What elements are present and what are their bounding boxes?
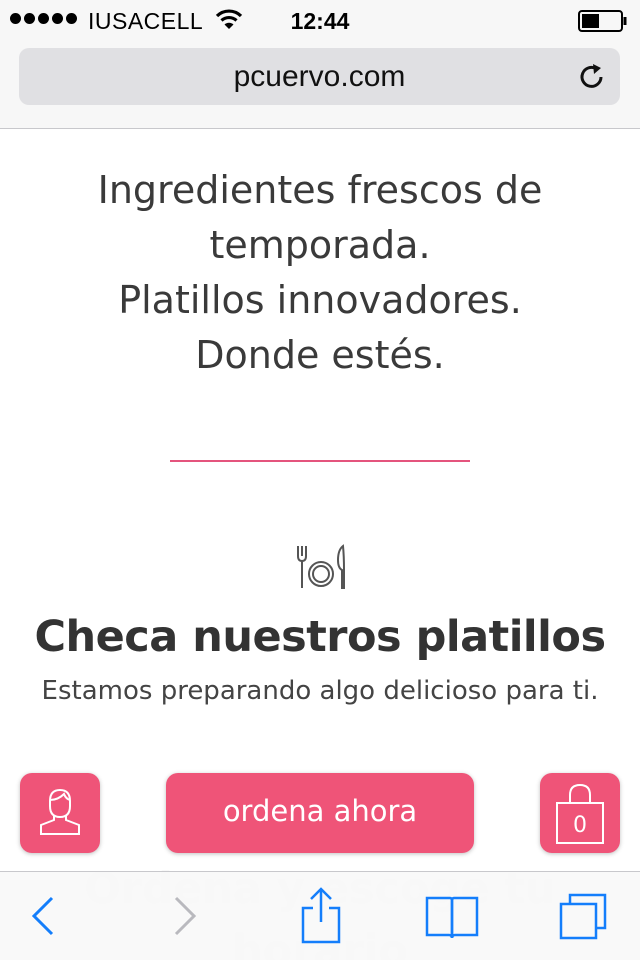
hero-line: Ingredientes frescos de — [97, 168, 543, 212]
reload-icon[interactable] — [577, 62, 607, 92]
section-subtitle: Estamos preparando algo delicioso para t… — [41, 676, 599, 706]
cart-button[interactable]: 0 — [540, 773, 620, 853]
status-bar: IUSACELL 12:44 — [0, 0, 640, 40]
status-time: 12:44 — [290, 8, 350, 34]
chevron-right-icon[interactable] — [170, 895, 200, 937]
chevron-left-icon[interactable] — [28, 895, 58, 937]
section-title: Checa nuestros platillos — [34, 612, 606, 662]
hero-line: temporada. — [209, 223, 431, 267]
tabs-icon[interactable] — [558, 892, 608, 940]
hero-line: Platillos innovadores. — [118, 278, 522, 322]
book-icon[interactable] — [424, 894, 480, 940]
order-now-button[interactable]: ordena ahora — [166, 773, 474, 853]
plate-fork-knife-icon — [297, 544, 345, 589]
browser-chrome-top: IUSACELL 12:44 pcuervo.com — [0, 0, 640, 129]
share-icon[interactable] — [298, 886, 344, 946]
cart-count: 0 — [573, 813, 587, 838]
url-text[interactable]: pcuervo.com — [19, 48, 620, 105]
battery-icon — [578, 10, 627, 32]
address-bar[interactable]: pcuervo.com — [19, 48, 620, 105]
account-button[interactable] — [20, 773, 100, 853]
user-icon — [40, 788, 80, 835]
hero-tagline: Ingredientes frescos de temporada. Plati… — [40, 163, 600, 383]
browser-toolbar — [0, 871, 640, 960]
hero-line: Donde estés. — [195, 333, 445, 377]
section-divider — [170, 460, 470, 462]
